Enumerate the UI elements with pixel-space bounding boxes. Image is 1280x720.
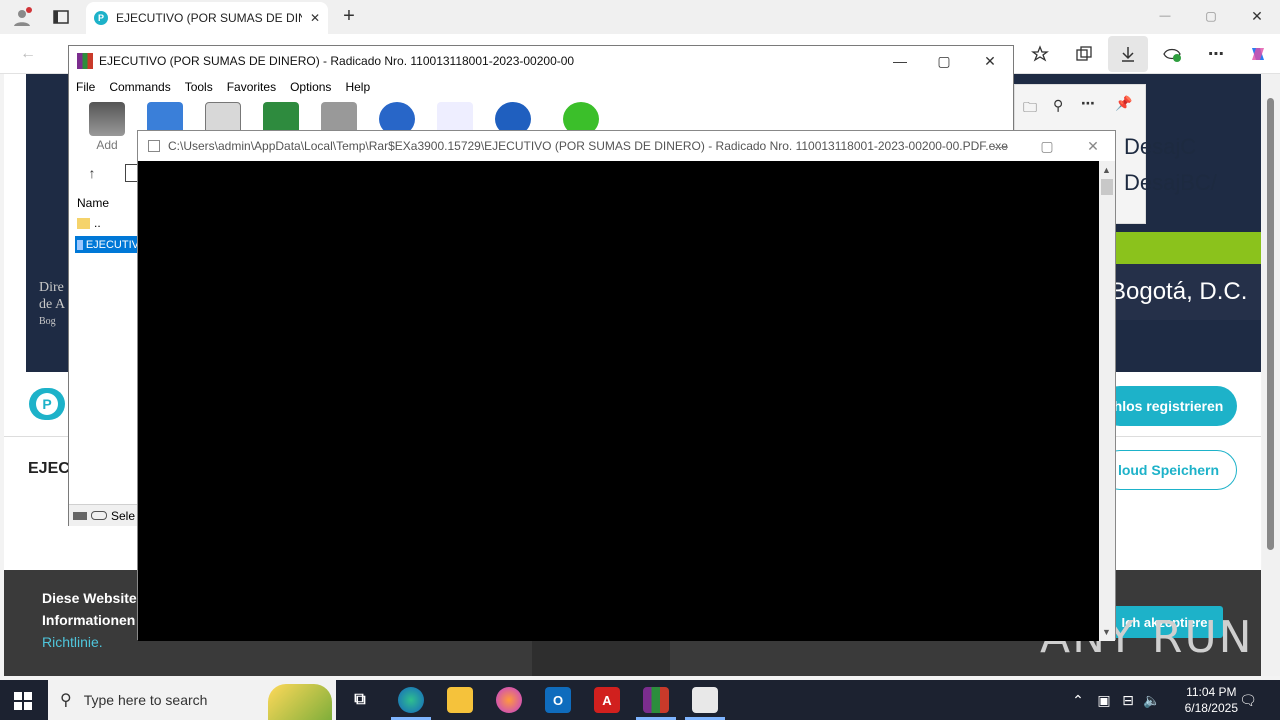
console-close-button[interactable]: ✕ [1082, 135, 1104, 157]
winrar-app-icon [77, 53, 93, 69]
file-list: Name .. EJECUTIV [69, 190, 139, 500]
page-heading: EJEC [28, 460, 70, 477]
key-icon [91, 511, 107, 520]
logo-p-icon: P [29, 388, 65, 420]
panel-more-icon[interactable]: ⋯ [1081, 95, 1095, 112]
back-arrow-icon[interactable]: ← [16, 42, 40, 66]
console-title: C:\Users\admin\AppData\Local\Temp\Rar$EX… [168, 139, 1008, 153]
search-placeholder: Type here to search [83, 692, 208, 708]
console-titlebar: C:\Users\admin\AppData\Local\Temp\Rar$EX… [138, 131, 1115, 161]
tray-chevron-icon[interactable]: ⌃ [1068, 690, 1088, 710]
favicon-icon: P [94, 11, 108, 25]
taskbar: ⚲ Type here to search ⧉ O A ⌃ ▣ ⊟ 🔈 11:0… [0, 680, 1280, 720]
browser-tab[interactable]: P EJECUTIVO (POR SUMAS DE DINE ✕ [86, 2, 328, 34]
winrar-title: EJECUTIVO (POR SUMAS DE DINERO) - Radica… [99, 54, 575, 68]
console-scrollbar[interactable]: ▲ ▼ [1099, 161, 1115, 641]
hero-left-text: Dire de A Bog [39, 280, 66, 327]
drive-icon [73, 511, 87, 520]
archive-add-icon [89, 102, 125, 136]
winrar-taskbar-icon[interactable] [643, 687, 669, 713]
new-tab-button[interactable]: + [338, 4, 360, 28]
console-maximize-button[interactable]: ▢ [1036, 135, 1058, 157]
favorites-star-icon[interactable] [1028, 42, 1052, 66]
console-minimize-button[interactable]: — [990, 135, 1012, 157]
tab-actions-icon[interactable] [50, 6, 72, 28]
extensions-icon[interactable] [1160, 42, 1184, 66]
folder-icon[interactable]: 🗀 [1023, 97, 1037, 121]
clock-time: 11:04 PM [1186, 685, 1237, 699]
instagram-handle[interactable]: DesajBC/ [1124, 165, 1217, 201]
file-row-selected[interactable]: EJECUTIV [75, 236, 139, 253]
column-name-header[interactable]: Name [77, 196, 109, 210]
download-icon[interactable] [1108, 36, 1148, 72]
notification-icon[interactable]: 🗨 [1238, 690, 1258, 710]
tab-title: EJECUTIVO (POR SUMAS DE DINE [116, 11, 302, 25]
console-app-icon [148, 140, 160, 152]
status-text: Sele [111, 508, 136, 523]
tray-device-icon[interactable]: ▣ [1094, 690, 1114, 710]
winrar-menu-bar: File Commands Tools Favorites Options He… [69, 76, 1013, 98]
copilot-icon[interactable] [1246, 42, 1270, 66]
edge-icon[interactable] [398, 687, 424, 713]
exe-file-icon [77, 239, 83, 250]
firefox-icon[interactable] [496, 687, 522, 713]
menu-favorites[interactable]: Favorites [227, 80, 276, 94]
close-button[interactable]: ✕ [1246, 4, 1268, 28]
taskbar-search[interactable]: ⚲ Type here to search [48, 680, 336, 720]
winrar-maximize-button[interactable]: ▢ [933, 50, 955, 72]
twitter-handle[interactable]: DesajC [1124, 129, 1217, 165]
add-tool[interactable]: Add [89, 102, 125, 152]
task-view-icon[interactable]: ⧉ [347, 687, 373, 713]
add-label: Add [96, 138, 118, 152]
menu-commands[interactable]: Commands [109, 80, 170, 94]
console-scroll-thumb[interactable] [1101, 179, 1113, 195]
more-icon[interactable]: ⋯ [1204, 42, 1228, 66]
network-icon[interactable]: ⊟ [1118, 690, 1138, 710]
console-taskbar-icon[interactable] [692, 687, 718, 713]
page-scrollbar[interactable] [1262, 74, 1280, 676]
pin-icon[interactable]: 📌 [1115, 95, 1132, 112]
menu-tools[interactable]: Tools [185, 80, 213, 94]
winrar-titlebar: EJECUTIVO (POR SUMAS DE DINERO) - Radica… [69, 46, 1013, 76]
maximize-button[interactable]: ▢ [1200, 4, 1222, 28]
console-output[interactable] [138, 161, 1099, 641]
acrobat-icon[interactable]: A [594, 687, 620, 713]
cookie-text-2: Informationen z [42, 612, 147, 628]
menu-file[interactable]: File [76, 80, 95, 94]
clock-date: 6/18/2025 [1184, 701, 1238, 715]
cloud-save-button[interactable]: loud Speichern [1100, 450, 1237, 490]
up-arrow-icon[interactable]: ↑ [83, 164, 101, 182]
hero-green-stripe [1114, 232, 1261, 264]
outlook-icon[interactable]: O [545, 687, 571, 713]
scrollbar-thumb[interactable] [1267, 98, 1274, 550]
volume-icon[interactable]: 🔈 [1142, 690, 1162, 710]
social-links: DesajC DesajBC/ [1124, 129, 1217, 201]
cookie-text-1: Diese Website v [42, 590, 149, 606]
tab-close-icon[interactable]: ✕ [310, 11, 320, 25]
cookie-policy-link[interactable]: Richtlinie. [42, 634, 103, 650]
menu-options[interactable]: Options [290, 80, 331, 94]
folder-icon [77, 217, 90, 229]
start-windows-icon[interactable] [12, 690, 34, 712]
hero-city-label: Bogotá, D.C. [1104, 264, 1261, 320]
file-explorer-icon[interactable] [447, 687, 473, 713]
search-highlight-flowers-icon [268, 684, 332, 720]
console-window: C:\Users\admin\AppData\Local\Temp\Rar$EX… [137, 130, 1116, 641]
browser-tab-bar: P EJECUTIVO (POR SUMAS DE DINE ✕ + — ▢ ✕ [0, 0, 1280, 34]
search-icon[interactable]: ⚲ [1053, 97, 1063, 114]
minimize-button[interactable]: — [1154, 4, 1176, 28]
profile-avatar-icon[interactable] [10, 6, 34, 28]
menu-help[interactable]: Help [345, 80, 370, 94]
collections-icon[interactable] [1072, 42, 1096, 66]
register-button[interactable]: hlos registrieren [1100, 386, 1237, 426]
search-icon: ⚲ [60, 692, 72, 709]
winrar-close-button[interactable]: ✕ [979, 50, 1001, 72]
scroll-up-icon[interactable]: ▲ [1102, 165, 1111, 175]
winrar-minimize-button[interactable]: — [889, 50, 911, 72]
clock[interactable]: 11:04 PM 6/18/2025 [1185, 684, 1238, 716]
file-row-parent[interactable]: .. [77, 216, 101, 230]
scroll-down-icon[interactable]: ▼ [1102, 627, 1111, 637]
